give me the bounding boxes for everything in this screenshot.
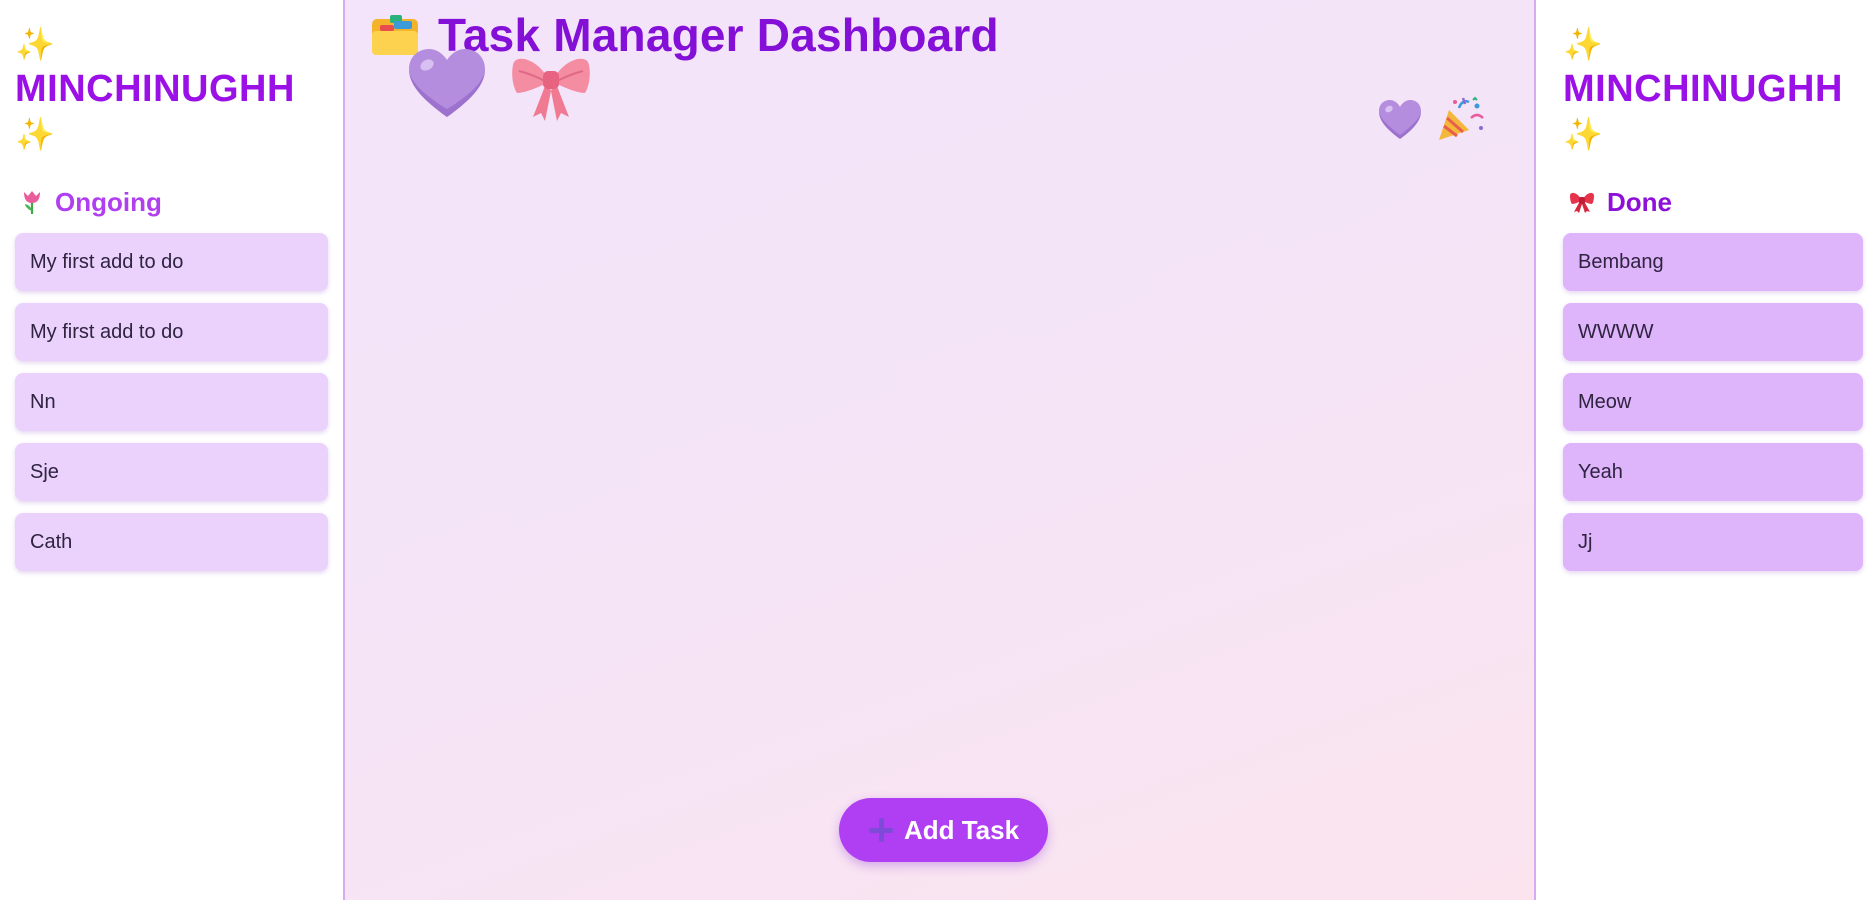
app-layout: ✨ MINCHINUGHH ✨ Ongoing My first add to … xyxy=(0,0,1876,900)
done-task-card[interactable]: Meow xyxy=(1563,373,1863,431)
ribbon-icon xyxy=(1570,192,1594,213)
done-task-card[interactable]: WWWW xyxy=(1563,303,1863,361)
done-header: Done xyxy=(1569,185,1863,219)
purple-heart-icon xyxy=(1379,100,1421,139)
done-sidebar: ✨ MINCHINUGHH ✨ Done Bembang WWWW Meow Y… xyxy=(1536,0,1876,900)
ongoing-task-card[interactable]: Sje xyxy=(15,443,328,501)
add-task-button[interactable]: Add Task xyxy=(839,798,1048,862)
party-popper-icon xyxy=(1439,96,1484,140)
purple-heart-icon xyxy=(409,49,485,117)
brand-name: MINCHINUGHH xyxy=(1563,68,1843,110)
sparkles-icon: ✨ xyxy=(1563,26,1603,62)
tulip-icon xyxy=(24,191,40,214)
done-task-card[interactable]: Yeah xyxy=(1563,443,1863,501)
done-task-list: Bembang WWWW Meow Yeah Jj xyxy=(1563,233,1863,571)
brand-block: ✨ MINCHINUGHH ✨ xyxy=(1563,22,1863,157)
plus-icon xyxy=(868,817,894,843)
dashboard-main: Task Manager Dashboard Add Task xyxy=(343,0,1536,900)
add-task-label: Add Task xyxy=(903,814,1020,845)
ongoing-task-list: My first add to do My first add to do Nn… xyxy=(15,233,328,571)
ongoing-task-card[interactable]: My first add to do xyxy=(15,303,328,361)
ongoing-task-card[interactable]: Cath xyxy=(15,513,328,571)
sparkles-icon: ✨ xyxy=(1563,116,1603,152)
done-task-card[interactable]: Bembang xyxy=(1563,233,1863,291)
ongoing-task-card[interactable]: Nn xyxy=(15,373,328,431)
ongoing-title: Ongoing xyxy=(55,186,162,217)
sparkles-icon: ✨ xyxy=(15,116,55,152)
ongoing-sidebar: ✨ MINCHINUGHH ✨ Ongoing My first add to … xyxy=(0,0,343,900)
ribbon-bow-icon xyxy=(512,58,590,121)
done-task-card[interactable]: Jj xyxy=(1563,513,1863,571)
brand-block: ✨ MINCHINUGHH ✨ xyxy=(15,22,328,157)
brand-name: MINCHINUGHH xyxy=(15,68,295,110)
ongoing-header: Ongoing xyxy=(21,185,328,219)
ongoing-task-card[interactable]: My first add to do xyxy=(15,233,328,291)
done-title: Done xyxy=(1607,186,1672,217)
sparkles-icon: ✨ xyxy=(15,26,55,62)
